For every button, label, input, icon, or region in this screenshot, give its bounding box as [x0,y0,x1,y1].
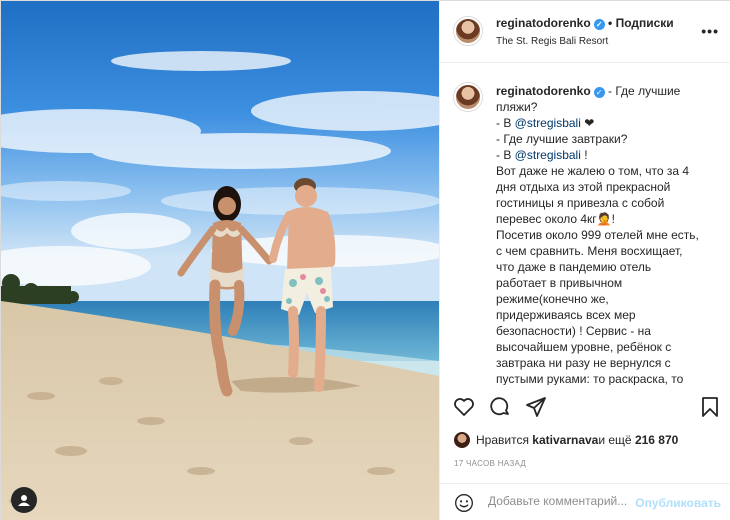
tagged-users-button[interactable] [11,487,37,513]
follow-button[interactable]: Подписки [616,16,674,30]
user-icon [18,495,30,506]
verified-icon: ✓ [593,19,605,30]
caption-line: завтрака ни разу не вернулся с [496,356,671,370]
post-timestamp[interactable]: 17 ЧАСОВ НАЗАД [454,459,526,468]
caption-text: reginatodorenko ✓ - Где лучшие пляжи? - В… [496,83,722,385]
caption-line: что даже в пандемию отель [496,260,652,274]
caption-line: пустыми руками: то раскраска, то [496,372,684,385]
caption-area: reginatodorenko ✓ - Где лучшие пляжи? - В… [440,63,730,385]
caption-line: Вот даже не жалею о том, что за 4 [496,164,690,178]
liker-avatar[interactable] [454,432,470,448]
heart-icon[interactable] [452,395,476,419]
mention-link[interactable]: @stregisbali [515,116,581,130]
caption-line: высочайшем уровне, ребёнок с [496,340,672,354]
liker-username[interactable]: kativarnava [532,433,598,447]
caption-line: - В @stregisbali ! [496,147,722,163]
avatar[interactable] [454,17,482,45]
instagram-post-modal: reginatodorenko ✓ • Подписки The St. Regi… [0,0,730,520]
caption-line-suffix: ❤ [580,116,595,130]
post-actions [440,395,730,429]
caption-line: дня отдыха из этой прекрасной [496,180,671,194]
caption-line: режиме(конечно же, [496,292,609,306]
caption-line: с чем сравнить. Меня восхищает, [496,244,683,258]
header-username[interactable]: reginatodorenko [496,16,591,30]
caption-line: пляжи? [496,100,538,114]
caption-avatar[interactable] [454,83,482,111]
share-icon[interactable] [524,395,548,419]
caption-line: - В @stregisbali ❤ [496,115,722,131]
caption-line: перевес около 4кг🤦! [496,212,615,226]
publish-button[interactable]: Опубликовать [635,496,721,510]
mention-link[interactable]: @stregisbali [515,148,581,162]
caption-line-suffix: ! [580,148,588,162]
caption-line-prefix: - В [496,116,515,130]
caption-line: гостиницы я привезла с собой [496,196,665,210]
post-header: reginatodorenko ✓ • Подписки The St. Regi… [440,1,730,63]
bookmark-icon[interactable] [698,395,722,419]
beach-photo-image [1,1,439,520]
likes-summary: Нравится kativarnava и ещё 216 870 [454,430,678,450]
caption-line: придерживаясь всех мер [496,308,636,322]
caption-line: - Где лучшие завтраки? [496,132,628,146]
post-photo[interactable] [1,1,439,520]
comment-bar: Опубликовать [440,483,730,520]
verified-icon: ✓ [593,87,605,98]
more-options-button[interactable]: ••• [701,23,719,39]
header-dot-separator: • [608,16,616,30]
caption-line: Посетив около 999 отелей мне есть, [496,228,699,242]
comment-icon[interactable] [488,395,512,419]
likes-prefix: Нравится [476,433,529,447]
post-side-panel: reginatodorenko ✓ • Подписки The St. Regi… [439,1,730,520]
caption-username[interactable]: reginatodorenko [496,84,591,98]
caption-line: работает в привычном [496,276,623,290]
location-link[interactable]: The St. Regis Bali Resort [496,36,608,47]
caption-line: - Где лучшие [608,84,681,98]
comment-input[interactable] [488,494,628,508]
header-user-line: reginatodorenko ✓ • Подписки [496,16,674,30]
caption-line-prefix: - В [496,148,515,162]
emoji-icon[interactable] [454,493,474,513]
likes-middle: и ещё [598,433,632,447]
likes-count[interactable]: 216 870 [635,433,678,447]
caption-line: безопасности) ! Сервис - на [496,324,651,338]
